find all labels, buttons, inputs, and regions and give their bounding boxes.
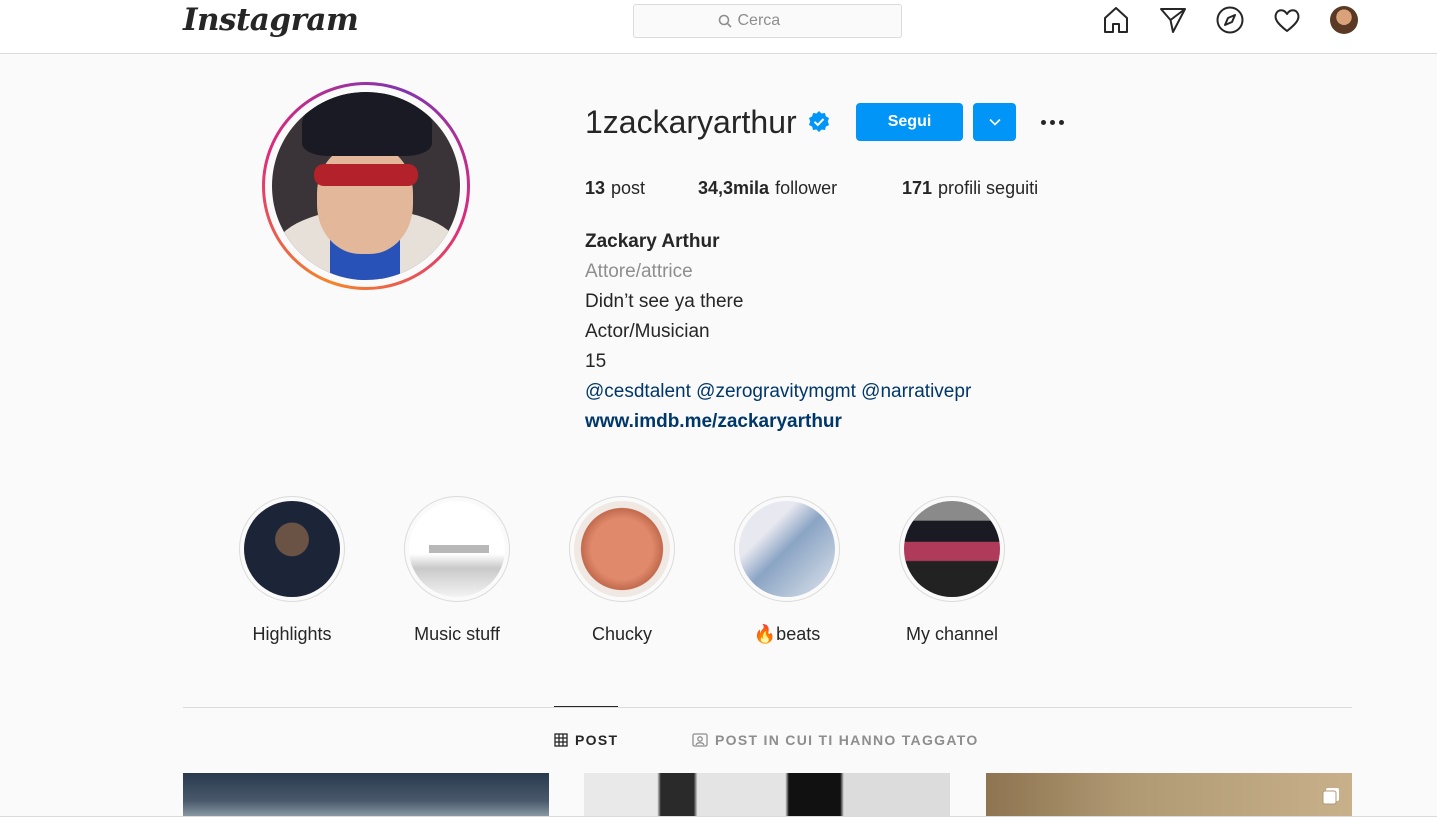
profile-avatar-button[interactable] bbox=[1329, 5, 1359, 35]
bio-line: 15 bbox=[585, 351, 607, 372]
highlight-cover bbox=[409, 501, 505, 597]
bio-line: Didn’t see ya there bbox=[585, 291, 744, 312]
follow-button[interactable]: Segui bbox=[856, 103, 963, 141]
avatar bbox=[1330, 6, 1358, 34]
more-dot-icon bbox=[1040, 119, 1046, 125]
highlight-item[interactable]: 🔥beats bbox=[734, 496, 899, 645]
highlight-cover bbox=[904, 501, 1000, 597]
profile-username: 1zackaryarthur bbox=[585, 103, 797, 140]
highlight-item[interactable]: Highlights bbox=[239, 496, 404, 645]
tab-posts-label: POST bbox=[575, 732, 619, 748]
bottom-edge bbox=[0, 816, 1437, 820]
explore-icon[interactable] bbox=[1215, 5, 1245, 35]
tab-tagged[interactable]: POST IN CUI TI HANNO TAGGATO bbox=[692, 732, 979, 748]
following-stat[interactable]: 171 profili seguiti bbox=[902, 178, 1038, 199]
profile-stats: 13 post 34,3mila follower 171 profili se… bbox=[585, 178, 1038, 199]
carousel-icon bbox=[1322, 788, 1339, 805]
highlight-label: My channel bbox=[905, 624, 999, 644]
activity-heart-icon[interactable] bbox=[1272, 5, 1302, 35]
search-input[interactable] bbox=[737, 12, 818, 30]
grid-icon bbox=[554, 733, 568, 747]
post-thumbnail[interactable] bbox=[584, 773, 950, 820]
highlight-cover bbox=[574, 501, 670, 597]
highlight-label: Chucky bbox=[591, 624, 653, 644]
tab-tagged-label: POST IN CUI TI HANNO TAGGATO bbox=[715, 732, 979, 748]
profile-picture-story-ring[interactable] bbox=[262, 82, 470, 290]
bio-mentions-links[interactable]: @cesdtalent @zerogravitymgmt @narrativep… bbox=[585, 377, 971, 407]
highlight-item[interactable]: My channel bbox=[899, 496, 1064, 645]
tagged-icon bbox=[692, 733, 708, 747]
instagram-logo[interactable]: Instagram bbox=[183, 2, 359, 38]
bio-line: Actor/Musician bbox=[585, 321, 710, 342]
home-icon[interactable] bbox=[1101, 5, 1131, 35]
story-highlights: Highlights Music stuff Chucky 🔥beats My … bbox=[239, 496, 1064, 645]
highlight-label: 🔥beats bbox=[753, 624, 821, 644]
section-divider bbox=[183, 707, 1352, 708]
top-nav-bar: Instagram bbox=[0, 0, 1437, 54]
full-name: Zackary Arthur bbox=[585, 231, 720, 252]
highlight-label: Highlights bbox=[252, 624, 332, 644]
search-box[interactable] bbox=[633, 4, 902, 38]
direct-icon[interactable] bbox=[1158, 5, 1188, 35]
post-thumbnail[interactable] bbox=[183, 773, 549, 820]
highlight-cover bbox=[244, 501, 340, 597]
more-options-button[interactable] bbox=[1034, 108, 1070, 136]
username-row: 1zackaryarthur bbox=[585, 103, 831, 141]
verified-badge-icon bbox=[808, 111, 829, 132]
website-link[interactable]: www.imdb.me/zackaryarthur bbox=[585, 407, 971, 437]
active-tab-indicator bbox=[554, 706, 618, 707]
chevron-down-icon bbox=[988, 118, 1001, 126]
followers-stat[interactable]: 34,3mila follower bbox=[698, 178, 902, 199]
nav-icons bbox=[1101, 5, 1359, 35]
highlight-item[interactable]: Chucky bbox=[569, 496, 734, 645]
post-thumbnail[interactable] bbox=[986, 773, 1352, 820]
highlight-cover bbox=[739, 501, 835, 597]
profile-bio: Zackary Arthur Attore/attrice Didn’t see… bbox=[585, 227, 971, 437]
tab-posts[interactable]: POST bbox=[554, 732, 618, 748]
category-label: Attore/attrice bbox=[585, 261, 693, 282]
suggested-accounts-button[interactable] bbox=[973, 103, 1016, 141]
search-icon bbox=[718, 14, 732, 28]
posts-count-stat: 13 post bbox=[585, 178, 646, 198]
highlight-item[interactable]: Music stuff bbox=[404, 496, 569, 645]
highlight-label: Music stuff bbox=[414, 624, 500, 644]
profile-picture bbox=[272, 92, 460, 280]
